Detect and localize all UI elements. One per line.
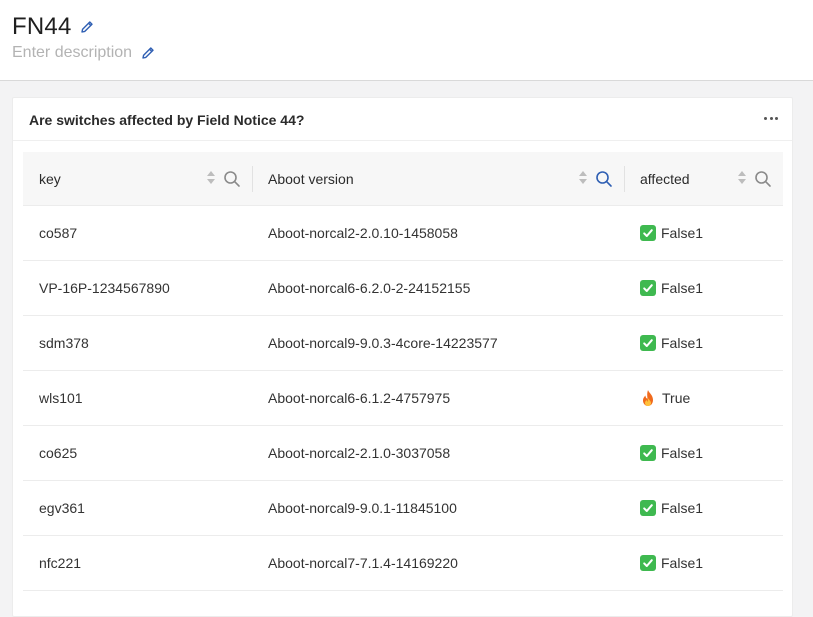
search-icon[interactable] (595, 170, 613, 188)
affected-badge: False1 (640, 445, 703, 461)
column-divider (252, 166, 253, 192)
table-row[interactable]: co625 Aboot-norcal2-2.1.0-3037058 False1 (23, 426, 783, 481)
cell-key: egv361 (39, 481, 85, 535)
cell-affected: True (640, 371, 690, 425)
affected-value: True (662, 390, 691, 406)
table-header: key Aboot version affected (23, 152, 783, 206)
check-icon (640, 555, 656, 571)
search-icon[interactable] (754, 170, 772, 188)
affected-badge: False1 (640, 225, 703, 241)
key-value: egv361 (39, 500, 85, 516)
version-value: Aboot-norcal7-7.1.4-14169220 (268, 555, 458, 571)
column-header-affected: affected (640, 152, 690, 206)
cell-key: co587 (39, 206, 77, 260)
page-header: FN44 Enter description (0, 0, 813, 81)
table-row[interactable]: egv361 Aboot-norcal9-9.0.1-11845100 Fals… (23, 481, 783, 536)
cell-aboot-version: Aboot-norcal9-9.0.3-4core-14223577 (268, 316, 498, 370)
cell-affected: False1 (640, 536, 703, 590)
column-label: key (39, 171, 61, 187)
edit-title-pencil-icon[interactable] (80, 20, 94, 34)
check-icon (640, 335, 656, 351)
sort-caret-icon[interactable] (578, 171, 588, 187)
cell-key: wls101 (39, 371, 83, 425)
key-value: VP-16P-1234567890 (39, 280, 170, 296)
key-value: co625 (39, 445, 78, 461)
page-title: FN44 (12, 13, 72, 40)
check-icon (640, 500, 656, 516)
card-title: Are switches affected by Field Notice 44… (29, 112, 305, 128)
check-icon (640, 280, 656, 296)
description-field[interactable]: Enter description (12, 44, 132, 62)
affected-value: False1 (661, 280, 704, 296)
affected-value: False1 (661, 500, 704, 516)
cell-key: sdm378 (39, 316, 89, 370)
fire-icon (643, 390, 653, 406)
column-label: affected (640, 171, 690, 187)
description-row: Enter description (12, 44, 155, 62)
card-header: Are switches affected by Field Notice 44… (13, 98, 792, 141)
affected-badge: True (640, 389, 690, 407)
table-row[interactable]: nfc221 Aboot-norcal7-7.1.4-14169220 Fals… (23, 536, 783, 591)
table-row[interactable]: wls101 Aboot-norcal6-6.1.2-4757975 True (23, 371, 783, 426)
cell-key: co625 (39, 426, 77, 480)
cell-affected: False1 (640, 316, 703, 370)
sort-caret-icon[interactable] (206, 171, 216, 187)
more-options-icon[interactable] (764, 111, 778, 125)
cell-aboot-version: Aboot-norcal7-7.1.4-14169220 (268, 536, 458, 590)
affected-value: False1 (661, 335, 704, 351)
search-icon[interactable] (223, 170, 241, 188)
version-value: Aboot-norcal9-9.0.3-4core-14223577 (268, 335, 498, 351)
table-row[interactable]: VP-16P-1234567890 Aboot-norcal6-6.2.0-2-… (23, 261, 783, 316)
widget-card: Are switches affected by Field Notice 44… (12, 97, 793, 617)
cell-affected: False1 (640, 206, 703, 260)
cell-aboot-version: Aboot-norcal2-2.1.0-3037058 (268, 426, 450, 480)
cell-aboot-version: Aboot-norcal6-6.2.0-2-24152155 (268, 261, 470, 315)
column-header-aboot-version: Aboot version (268, 152, 354, 206)
cell-affected: False1 (640, 481, 703, 535)
sort-caret-icon[interactable] (737, 171, 747, 187)
key-value: co587 (39, 225, 78, 241)
version-value: Aboot-norcal2-2.1.0-3037058 (268, 445, 451, 461)
column-header-key: key (39, 152, 61, 206)
cell-aboot-version: Aboot-norcal9-9.0.1-11845100 (268, 481, 457, 535)
key-value: nfc221 (39, 555, 82, 571)
affected-value: False1 (661, 225, 704, 241)
cell-affected: False1 (640, 261, 703, 315)
cell-key: VP-16P-1234567890 (39, 261, 170, 315)
column-label: Aboot version (268, 171, 354, 187)
version-value: Aboot-norcal9-9.0.1-11845100 (268, 500, 457, 516)
edit-description-pencil-icon[interactable] (141, 46, 155, 60)
check-icon (640, 445, 656, 461)
table-body: co587 Aboot-norcal2-2.0.10-1458058 False… (23, 206, 783, 591)
data-table: key Aboot version affected co587 Aboot-n… (23, 152, 783, 591)
key-value: wls101 (39, 390, 83, 406)
cell-key: nfc221 (39, 536, 81, 590)
affected-value: False1 (661, 555, 704, 571)
column-divider (624, 166, 625, 192)
cell-aboot-version: Aboot-norcal6-6.1.2-4757975 (268, 371, 450, 425)
cell-aboot-version: Aboot-norcal2-2.0.10-1458058 (268, 206, 458, 260)
version-value: Aboot-norcal6-6.2.0-2-24152155 (268, 280, 471, 296)
title-row: FN44 (12, 13, 94, 41)
check-icon (640, 225, 656, 241)
table-row[interactable]: co587 Aboot-norcal2-2.0.10-1458058 False… (23, 206, 783, 261)
version-value: Aboot-norcal2-2.0.10-1458058 (268, 225, 458, 241)
affected-badge: False1 (640, 335, 703, 351)
affected-badge: False1 (640, 280, 703, 296)
version-value: Aboot-norcal6-6.1.2-4757975 (268, 390, 451, 406)
key-value: sdm378 (39, 335, 89, 351)
affected-badge: False1 (640, 500, 703, 516)
affected-badge: False1 (640, 555, 703, 571)
affected-value: False1 (661, 445, 704, 461)
cell-affected: False1 (640, 426, 703, 480)
table-row[interactable]: sdm378 Aboot-norcal9-9.0.3-4core-1422357… (23, 316, 783, 371)
